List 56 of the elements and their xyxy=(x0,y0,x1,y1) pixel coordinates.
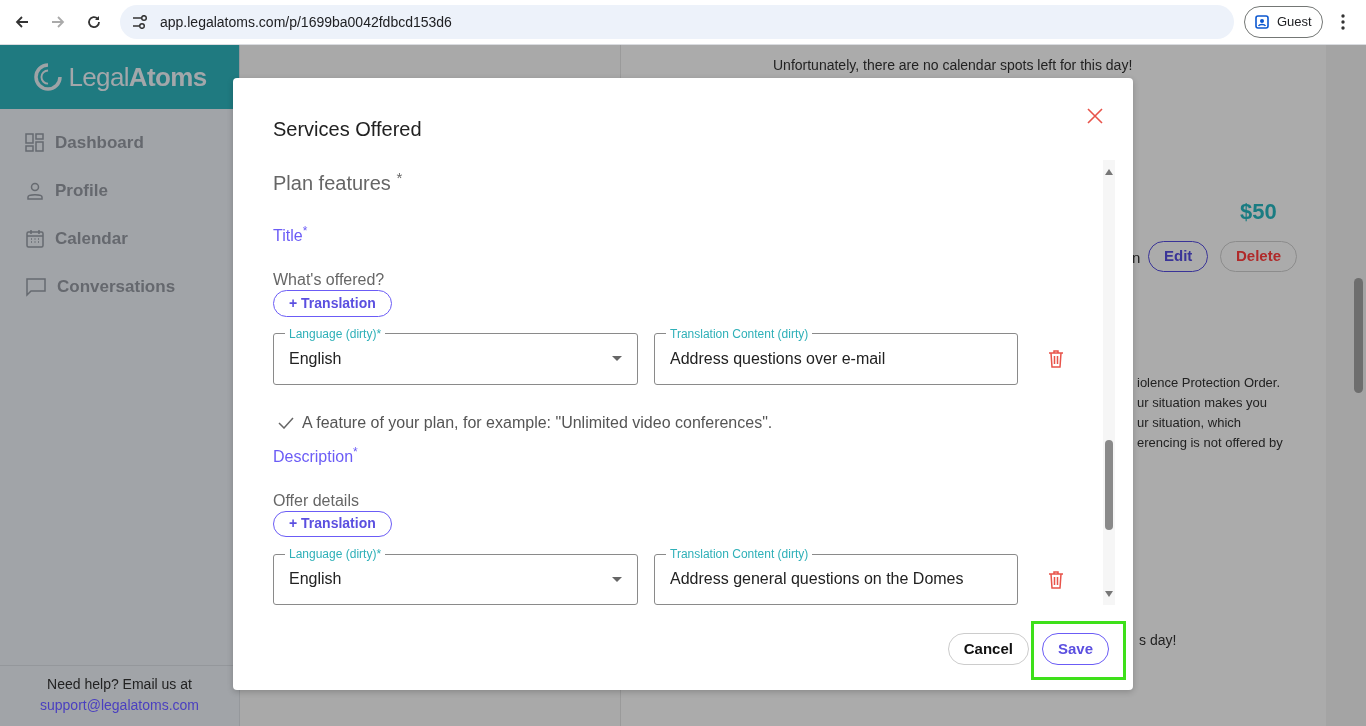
close-button[interactable] xyxy=(1087,108,1103,124)
chat-bubble-icon xyxy=(25,277,47,297)
trash-icon xyxy=(1048,570,1064,589)
notice-text: s day! xyxy=(1139,631,1177,650)
save-button[interactable]: Save xyxy=(1041,633,1109,665)
translation-input[interactable]: Translation Content (dirty) Address questions over e-mail xyxy=(654,326,1018,385)
site-settings-icon[interactable] xyxy=(132,15,148,29)
field-label: Description$^{*}$ xyxy=(273,444,359,467)
logo-text: LegalAtoms xyxy=(68,60,207,94)
dialog-title: Services Offered xyxy=(273,117,422,142)
address-bar[interactable]: app.legalatoms.com/p/1699ba0042fdbcd153d6 xyxy=(120,5,1234,39)
field-question: Offer details xyxy=(273,490,360,511)
dashboard-icon xyxy=(25,133,45,153)
field-question: What's offered? xyxy=(273,270,386,290)
field-label: Language (dirty)* xyxy=(288,547,383,561)
help-text: Need help? Email us at xyxy=(47,675,192,694)
translation-input[interactable]: Translation Content (dirty) Address general questions on the Domes xyxy=(654,547,1018,605)
dropdown-caret-icon xyxy=(612,356,622,361)
scrollbar[interactable] xyxy=(1326,45,1366,726)
delete-button[interactable] xyxy=(1048,570,1064,589)
delete-button[interactable] xyxy=(1048,350,1064,368)
scrollbar[interactable] xyxy=(1103,160,1115,605)
language-select[interactable]: Language (dirty)* English xyxy=(273,326,638,385)
cancel-button[interactable]: Cancel xyxy=(947,633,1029,665)
language-select[interactable]: Language (dirty)* English xyxy=(273,547,638,605)
email-link[interactable]: support@legalatoms.com xyxy=(40,695,199,716)
field-label: Translation Content (dirty) xyxy=(669,327,810,341)
back-icon[interactable] xyxy=(14,14,30,30)
forward-icon[interactable] xyxy=(50,14,66,30)
scroll-up-icon[interactable] xyxy=(1105,169,1113,175)
person-icon xyxy=(1255,15,1269,29)
notice-text: Unfortunately, there are no calendar spots left for this day! xyxy=(773,56,1133,75)
scroll-thumb[interactable] xyxy=(1105,440,1113,530)
trash-icon xyxy=(1048,350,1064,368)
field-label: Language (dirty)* xyxy=(288,326,383,341)
check-icon xyxy=(278,416,294,429)
scroll-down-icon[interactable] xyxy=(1105,591,1113,597)
url-text: app.legalatoms.com/p/1699ba0042fdbcd153d6 xyxy=(160,12,452,32)
paragraph-text: iolence Protection Order. xyxy=(1137,375,1282,391)
paragraph-text: ur situation makes you xyxy=(1137,395,1269,411)
field-label: Title$^{*}$ xyxy=(273,224,309,246)
person-icon xyxy=(25,181,45,201)
paragraph-text: ur situation, which xyxy=(1137,415,1243,431)
section-title: Plan features $^{*}$ xyxy=(273,168,404,196)
calendar-icon xyxy=(25,229,45,249)
price-text: $50 xyxy=(1240,198,1277,226)
dropdown-caret-icon xyxy=(612,576,622,582)
menu-icon[interactable] xyxy=(1340,14,1345,30)
reload-icon[interactable] xyxy=(86,14,102,30)
label-text: n xyxy=(1132,248,1141,268)
scroll-thumb[interactable] xyxy=(1354,278,1363,393)
hint-text: A feature of your plan, for example: "Unlimited video conferences". xyxy=(302,412,773,433)
paragraph-text: erencing is not offered by xyxy=(1137,435,1283,451)
close-icon xyxy=(1087,108,1103,124)
field-label: Translation Content (dirty) xyxy=(669,548,810,561)
logo-icon xyxy=(32,61,65,93)
